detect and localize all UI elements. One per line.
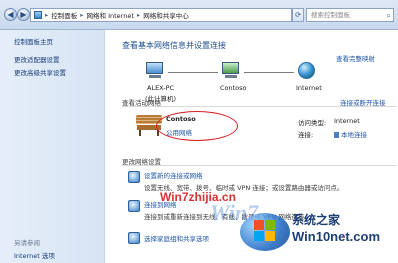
back-button[interactable]: ◀ [4, 8, 17, 21]
map-internet-label: Internet [296, 84, 322, 92]
see-full-map-link[interactable]: 查看完整映射 [336, 53, 375, 63]
watermark-brand: 系统之家 [292, 213, 341, 227]
breadcrumb-control-panel[interactable]: 控制面板 [51, 10, 77, 20]
computer-icon [144, 62, 166, 80]
setup-connection-link[interactable]: 设置新的连接或网络 [144, 170, 203, 180]
network-connection-icon [334, 132, 339, 138]
search-input[interactable]: 搜索控制面板 ⌕ [306, 8, 394, 22]
map-link-line [168, 72, 218, 73]
map-link-line [244, 72, 294, 73]
forward-button[interactable]: ▶ [17, 8, 30, 21]
see-also-heading: 另请参阅 [14, 239, 40, 247]
address-bar[interactable]: ▸ 控制面板 ▸ 网络和 Internet ▸ 网络和共享中心 [30, 8, 292, 22]
divider [122, 165, 396, 166]
windows-logo-icon [254, 220, 276, 242]
local-connection-link[interactable]: 本地连接 [334, 129, 367, 139]
page-title: 查看基本网络信息并设置连接 [122, 41, 226, 50]
internet-globe-icon [298, 62, 315, 79]
sidebar-item-internet-options[interactable]: Internet 选项 [14, 250, 55, 260]
access-type-value: Internet [334, 117, 360, 125]
access-type-label: 访问类型: [298, 119, 327, 127]
highlight-circle [156, 111, 238, 141]
network-folder-icon [34, 11, 42, 19]
sidebar: 控制面板主页 更改适配器设置 更改高级共享设置 另请参阅 Internet 选项 [0, 30, 105, 263]
sidebar-item-change-adapter-settings[interactable]: 更改适配器设置 [14, 54, 60, 64]
homegroup-link[interactable]: 选择家庭组和共享选项 [144, 233, 209, 243]
sidebar-item-control-panel-home[interactable]: 控制面板主页 [14, 36, 53, 46]
sidebar-item-change-advanced-sharing[interactable]: 更改高级共享设置 [14, 67, 66, 77]
homegroup-icon [128, 232, 140, 244]
watermark-win10net: 系统之家 Win10net.com [240, 205, 398, 263]
divider [122, 106, 396, 107]
map-network-name: Contoso [220, 84, 247, 92]
breadcrumb-network-sharing-center[interactable]: 网络和共享中心 [143, 10, 189, 20]
address-toolbar: ◀ ▶ ▸ 控制面板 ▸ 网络和 Internet ▸ 网络和共享中心 ⟳ 搜索… [0, 0, 398, 30]
search-placeholder: 搜索控制面板 [311, 11, 350, 19]
network-icon [220, 62, 242, 80]
search-icon: ⌕ [386, 11, 391, 20]
refresh-button[interactable]: ⟳ [292, 8, 304, 22]
connections-label: 连接: [298, 131, 314, 139]
watermark-red-site: Win7zhijia.cn [160, 190, 236, 204]
setup-connection-icon [128, 171, 140, 183]
connect-network-icon [128, 200, 140, 212]
watermark-blue-site: Win10net.com [292, 229, 381, 244]
map-computer-name: ALEX-PC [147, 84, 175, 92]
breadcrumb-network-internet[interactable]: 网络和 Internet [87, 10, 134, 20]
